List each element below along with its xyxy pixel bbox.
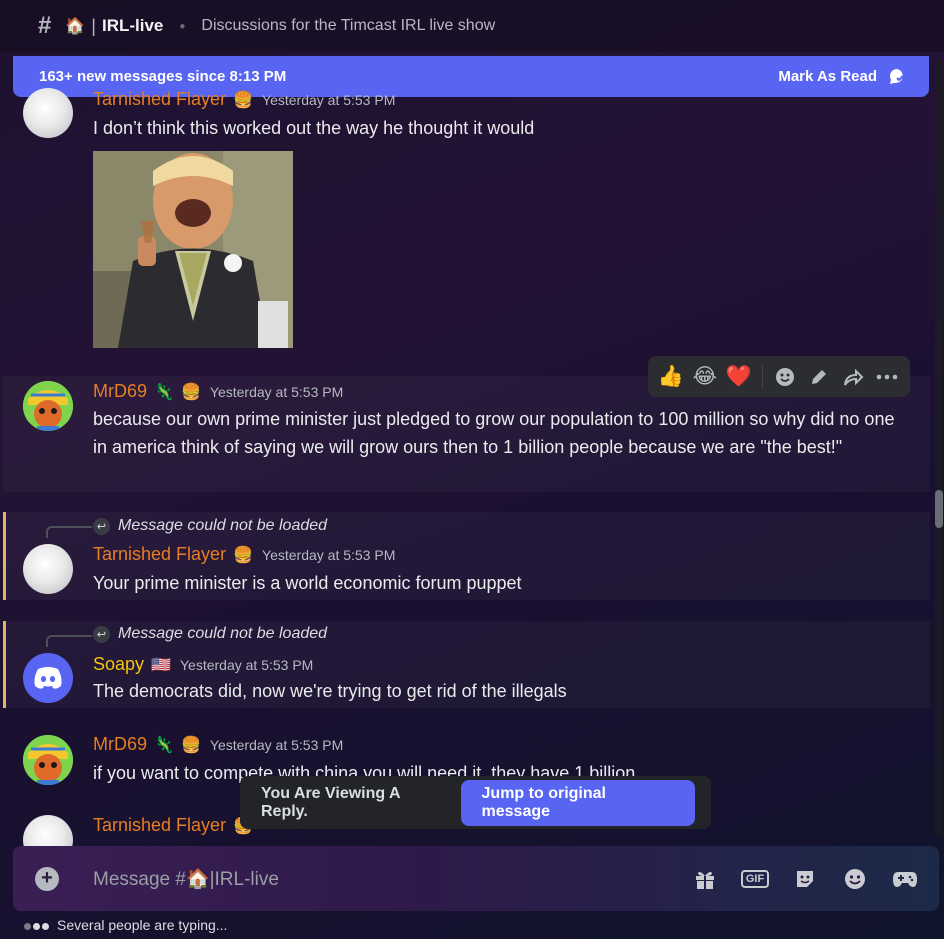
reply-spine (46, 635, 92, 647)
message-header: MrD69 🦎 🍔 Yesterday at 5:53 PM (93, 734, 343, 755)
channel-name: IRL-live (101, 16, 164, 35)
message-header: MrD69 🦎 🍔 Yesterday at 5:53 PM (93, 381, 343, 402)
message-image[interactable] (93, 151, 293, 348)
emoji-icon (845, 868, 865, 889)
forward-button[interactable] (838, 361, 868, 392)
channel-separator: | (91, 15, 96, 36)
username[interactable]: MrD69 (93, 734, 147, 754)
channel-header: # 🏠 | IRL-live ● Discussions for the Tim… (0, 0, 944, 52)
message-text: Your prime minister is a world economic … (93, 573, 522, 593)
more-dots-icon (876, 374, 898, 379)
reply-reference[interactable]: ↩ Message could not be loaded (93, 625, 327, 643)
message: ↩ Message could not be loaded Soapy 🇺🇸 Y… (0, 621, 930, 708)
timestamp: Yesterday at 5:53 PM (209, 384, 344, 400)
new-messages-text[interactable]: 163+ new messages since 8:13 PM (39, 68, 286, 85)
message-text: The democrats did, now we're trying to g… (93, 681, 567, 701)
add-reaction-icon (776, 367, 795, 386)
viewing-reply-text: You Are Viewing A Reply. (261, 784, 400, 820)
activities-button[interactable] (885, 859, 925, 899)
avatar-image (23, 735, 73, 785)
message-text: I don’t think this worked out the way he… (93, 118, 535, 138)
role-badge-icon: 🍔 (180, 737, 201, 755)
message-header: Soapy 🇺🇸 Yesterday at 5:53 PM (93, 654, 313, 675)
reply-arrow-icon: ↩ (93, 517, 110, 535)
gif-icon: GIF (740, 869, 770, 888)
message-text: because our own prime minister just pled… (93, 409, 895, 457)
avatar[interactable] (23, 381, 73, 431)
message-actions-toolbar: 👍 😂 ❤️ (648, 356, 910, 397)
reply-reference[interactable]: ↩ Message could not be loaded (93, 517, 327, 535)
gift-icon (696, 871, 714, 889)
sticker-icon (797, 870, 813, 887)
avatar[interactable] (23, 815, 73, 846)
message-header: Tarnished Flayer 🍔 Yesterday at 5:53 PM (93, 89, 395, 110)
role-badge-icon: 🍔 (233, 92, 253, 110)
reaction-thumbs-up-button[interactable]: 👍 (656, 361, 686, 392)
typing-text: Several people are typing... (57, 917, 228, 933)
username[interactable]: MrD69 (93, 381, 147, 401)
mark-read-icon (890, 68, 904, 84)
timestamp: Yesterday at 5:53 PM (209, 737, 344, 753)
upload-plus-icon[interactable]: + (35, 866, 59, 891)
attachment-image (93, 151, 293, 348)
reaction-heart-button[interactable]: ❤️ (724, 361, 754, 392)
username[interactable]: Soapy (93, 654, 144, 674)
reply-spine (46, 526, 92, 538)
avatar-image (23, 381, 73, 431)
message-input[interactable]: Message #🏠|IRL-live (93, 867, 675, 891)
username[interactable]: Tarnished Flayer (93, 89, 226, 109)
more-options-button[interactable] (872, 361, 902, 392)
emoji-button[interactable] (835, 859, 875, 899)
role-badge-icon: 🍔 (180, 384, 201, 402)
channel-topic[interactable]: Discussions for the Timcast IRL live sho… (201, 17, 495, 35)
timestamp: Yesterday at 5:53 PM (262, 547, 396, 563)
scrollbar-track[interactable] (935, 60, 943, 836)
timestamp: Yesterday at 5:53 PM (180, 657, 314, 673)
role-badge-icon: 🦎 (154, 737, 174, 755)
typing-dots-icon (24, 917, 51, 933)
channel-emoji: 🏠 (65, 18, 86, 35)
gamepad-icon (893, 871, 917, 887)
reply-arrow-icon: ↩ (93, 625, 110, 643)
channel-hash-icon: # (38, 12, 52, 39)
toolbar-divider (761, 364, 763, 389)
reaction-laughing-button[interactable]: 😂 (690, 361, 720, 392)
message-composer: + Message #🏠|IRL-live GIF (13, 846, 939, 911)
viewing-reply-popup: You Are Viewing A Reply. Jump to origina… (240, 776, 711, 829)
mark-as-read-button[interactable]: Mark As Read (778, 67, 907, 87)
discord-logo-icon (34, 667, 62, 689)
avatar[interactable] (23, 735, 73, 785)
forward-arrow-icon (844, 368, 864, 386)
avatar[interactable] (23, 544, 73, 594)
reply-reference-text: Message could not be loaded (118, 625, 328, 642)
typing-indicator: Several people are typing... (24, 917, 227, 933)
scrollbar-thumb[interactable] (935, 490, 943, 528)
avatar[interactable] (23, 653, 73, 703)
reply-reference-text: Message could not be loaded (118, 517, 328, 534)
gif-button[interactable]: GIF (735, 859, 775, 899)
message-header: Tarnished Flayer 🍔 (93, 815, 253, 836)
avatar[interactable] (23, 88, 73, 138)
mark-as-read-label[interactable]: Mark As Read (778, 68, 877, 85)
role-badge-icon: 🍔 (233, 547, 253, 565)
message-header: Tarnished Flayer 🍔 Yesterday at 5:53 PM (93, 544, 395, 565)
message: ↩ Message could not be loaded Tarnished … (0, 512, 930, 600)
timestamp: Yesterday at 5:53 PM (262, 92, 396, 108)
header-divider-dot: ● (179, 20, 186, 32)
add-reaction-button[interactable] (771, 361, 801, 392)
flag-badge-icon: 🇺🇸 (151, 657, 171, 675)
sticker-button[interactable] (785, 859, 825, 899)
role-badge-icon: 🦎 (154, 384, 174, 402)
gift-button[interactable] (685, 859, 725, 899)
username[interactable]: Tarnished Flayer (93, 544, 226, 564)
edit-button[interactable] (804, 361, 834, 392)
jump-to-original-button[interactable]: Jump to original message (460, 779, 695, 826)
pencil-icon (812, 369, 827, 384)
username[interactable]: Tarnished Flayer (93, 815, 226, 835)
